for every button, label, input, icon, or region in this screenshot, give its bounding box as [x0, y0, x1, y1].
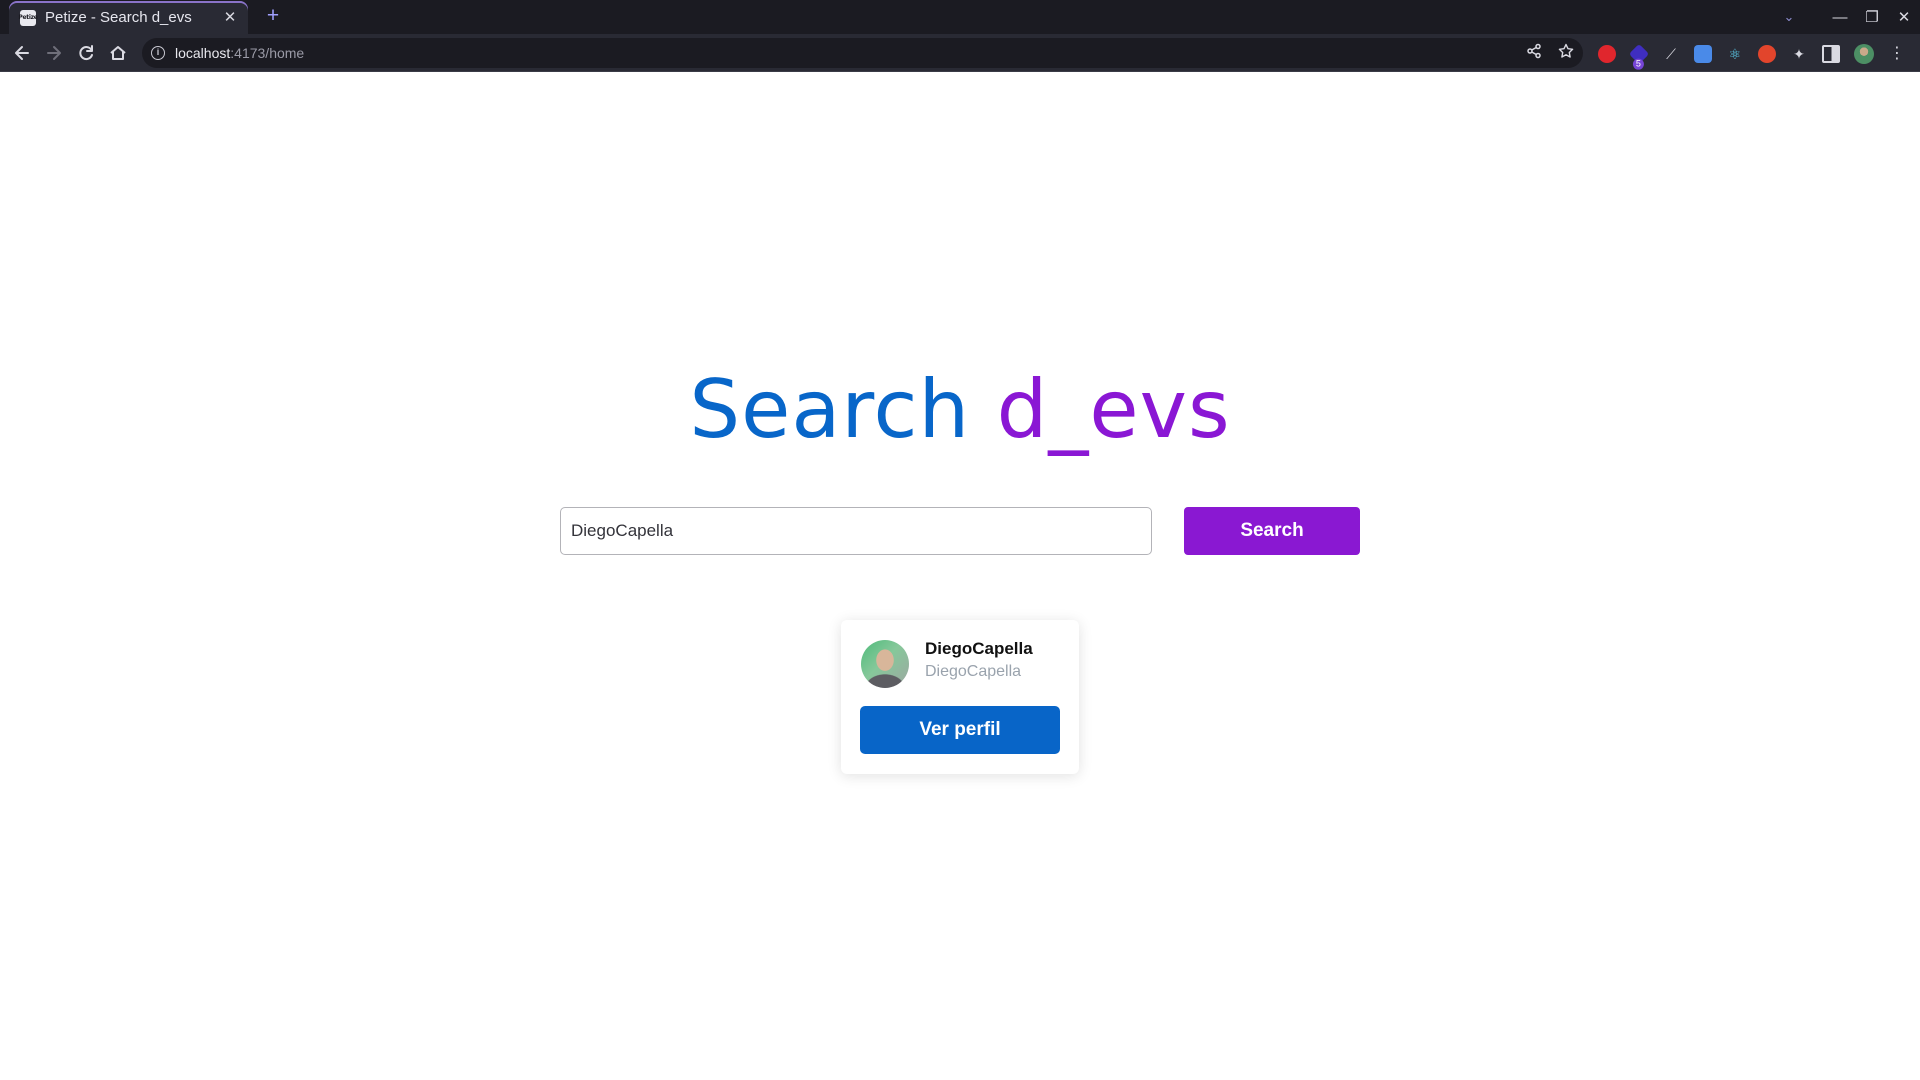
adblock-extension-icon[interactable]	[1598, 45, 1616, 63]
page-title: Search d_evs	[0, 362, 1920, 458]
site-info-icon[interactable]: i	[151, 46, 165, 60]
share-icon[interactable]	[1525, 43, 1543, 63]
user-login: DiegoCapella	[925, 663, 1022, 680]
title-devs-word: d_evs	[996, 363, 1231, 456]
view-profile-button[interactable]: Ver perfil	[860, 706, 1060, 754]
minimize-button[interactable]: —	[1824, 10, 1856, 25]
site-favicon: Petize	[18, 9, 38, 26]
restore-button[interactable]: ❐	[1856, 10, 1888, 25]
user-result-card: DiegoCapella DiegoCapella Ver perfil	[841, 620, 1079, 774]
new-tab-button[interactable]: +	[261, 5, 285, 29]
address-bar[interactable]: i localhost:4173/home	[142, 38, 1583, 68]
user-avatar	[861, 640, 909, 688]
close-window-button[interactable]: ✕	[1888, 10, 1920, 25]
color-picker-extension-icon[interactable]: ⟋	[1662, 45, 1680, 63]
forward-arrow-icon[interactable]	[40, 39, 68, 67]
browser-tab[interactable]: Petize Petize - Search d_evs ✕	[9, 1, 248, 34]
url-text: localhost:4173/home	[175, 45, 304, 61]
reload-icon[interactable]	[72, 39, 100, 67]
side-panel-icon[interactable]	[1822, 45, 1840, 63]
tab-close-icon[interactable]: ✕	[222, 10, 238, 25]
back-arrow-icon[interactable]	[8, 39, 36, 67]
fire-extension-icon[interactable]	[1758, 45, 1776, 63]
extensions-area: 5 ⟋ ⚛ ✦ ⋮	[1598, 43, 1920, 70]
url-path: :4173/home	[230, 45, 305, 61]
extension-icon[interactable]: 5	[1628, 43, 1650, 70]
title-search-word: Search	[689, 363, 971, 456]
browser-toolbar: i localhost:4173/home 5 ⟋ ⚛ ✦ ⋮	[0, 34, 1920, 72]
browser-tabstrip: Petize Petize - Search d_evs ✕ + ⌄ — ❐ ✕	[0, 0, 1920, 34]
user-name: DiegoCapella	[925, 639, 1033, 658]
tab-search-icon[interactable]: ⌄	[1778, 9, 1800, 25]
extensions-puzzle-icon[interactable]: ✦	[1790, 45, 1808, 63]
bookmark-star-icon[interactable]	[1557, 43, 1575, 63]
react-devtools-extension-icon[interactable]: ⚛	[1726, 45, 1744, 63]
search-button[interactable]: Search	[1184, 507, 1360, 555]
search-input[interactable]	[560, 507, 1152, 555]
tab-title: Petize - Search d_evs	[45, 9, 192, 26]
browser-menu-icon[interactable]: ⋮	[1888, 45, 1906, 63]
profile-avatar-icon[interactable]	[1854, 44, 1874, 64]
window-controls: ⌄ — ❐ ✕	[1778, 7, 1920, 27]
extension-badge: 5	[1632, 58, 1644, 70]
url-host: localhost	[175, 45, 231, 61]
translate-extension-icon[interactable]	[1694, 45, 1712, 63]
home-icon[interactable]	[104, 39, 132, 67]
